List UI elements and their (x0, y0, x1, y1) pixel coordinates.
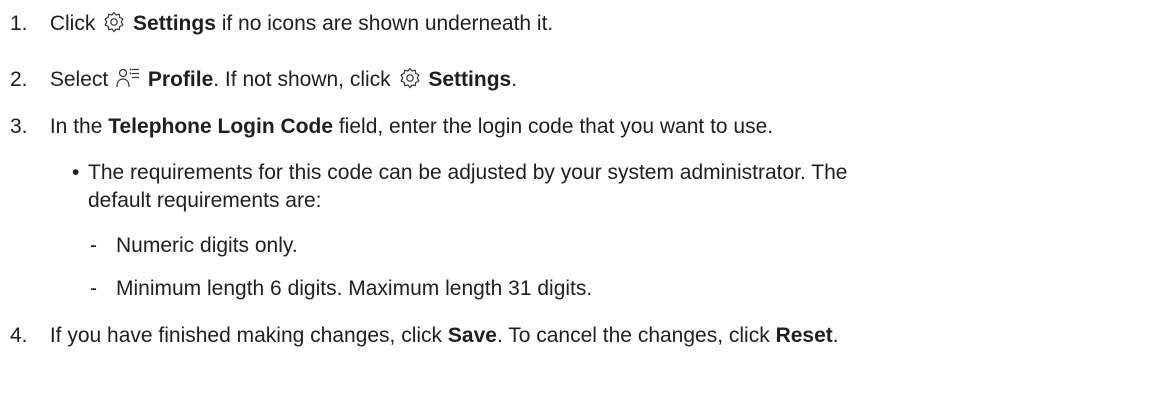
step-text-post: field, enter the login code that you wan… (338, 115, 774, 138)
requirements-bullet-continued: default requirements are: (88, 188, 321, 214)
step-text-pre: In the (49, 115, 103, 138)
step-text-pre: If you have finished making changes, cli… (49, 324, 443, 347)
step-1: 1. Click Settings if no icons are shown … (0, 11, 553, 37)
step-text-mid: . To cancel the changes, click (496, 324, 770, 347)
dash-marker: - (90, 277, 97, 300)
bullet-marker: • (72, 161, 80, 184)
step-text-post: if no icons are shown underneath it. (221, 12, 554, 35)
save-label: Save (447, 324, 497, 347)
list-item-text: Numeric digits only. (116, 234, 298, 257)
step-2: 2. Select Profile. If not shown, click S… (0, 67, 517, 93)
bullet-text-line1: The requirements for this code can be ad… (88, 161, 848, 184)
dash-marker: - (90, 234, 97, 257)
list-item: - Numeric digits only. (90, 233, 298, 259)
step-text-post: . (832, 324, 839, 347)
step-number: 3. (10, 115, 28, 138)
profile-list-icon (116, 67, 140, 89)
requirements-bullet: • The requirements for this code can be a… (72, 160, 848, 186)
step-text-mid: . If not shown, click (213, 68, 391, 91)
step-4: 4. If you have finished making changes, … (0, 323, 839, 349)
step-text-pre: Click (49, 12, 96, 35)
reset-label: Reset (775, 324, 833, 347)
settings-label: Settings (133, 12, 216, 35)
settings-label: Settings (428, 68, 512, 91)
list-item: - Minimum length 6 digits. Maximum length… (90, 276, 592, 302)
profile-label: Profile (147, 68, 214, 91)
step-number: 1. (10, 12, 28, 35)
gear-icon (103, 11, 125, 33)
step-text-pre: Select (49, 68, 109, 91)
step-3: 3. In the Telephone Login Code field, en… (0, 114, 773, 140)
list-item-text: Minimum length 6 digits. Maximum length … (116, 277, 593, 300)
step-text-post: . (511, 68, 518, 91)
gear-icon (399, 67, 421, 89)
bullet-text-line2: default requirements are: (88, 189, 322, 212)
step-number: 4. (10, 324, 28, 347)
telephone-login-code-label: Telephone Login Code (108, 115, 333, 138)
step-number: 2. (10, 68, 28, 91)
